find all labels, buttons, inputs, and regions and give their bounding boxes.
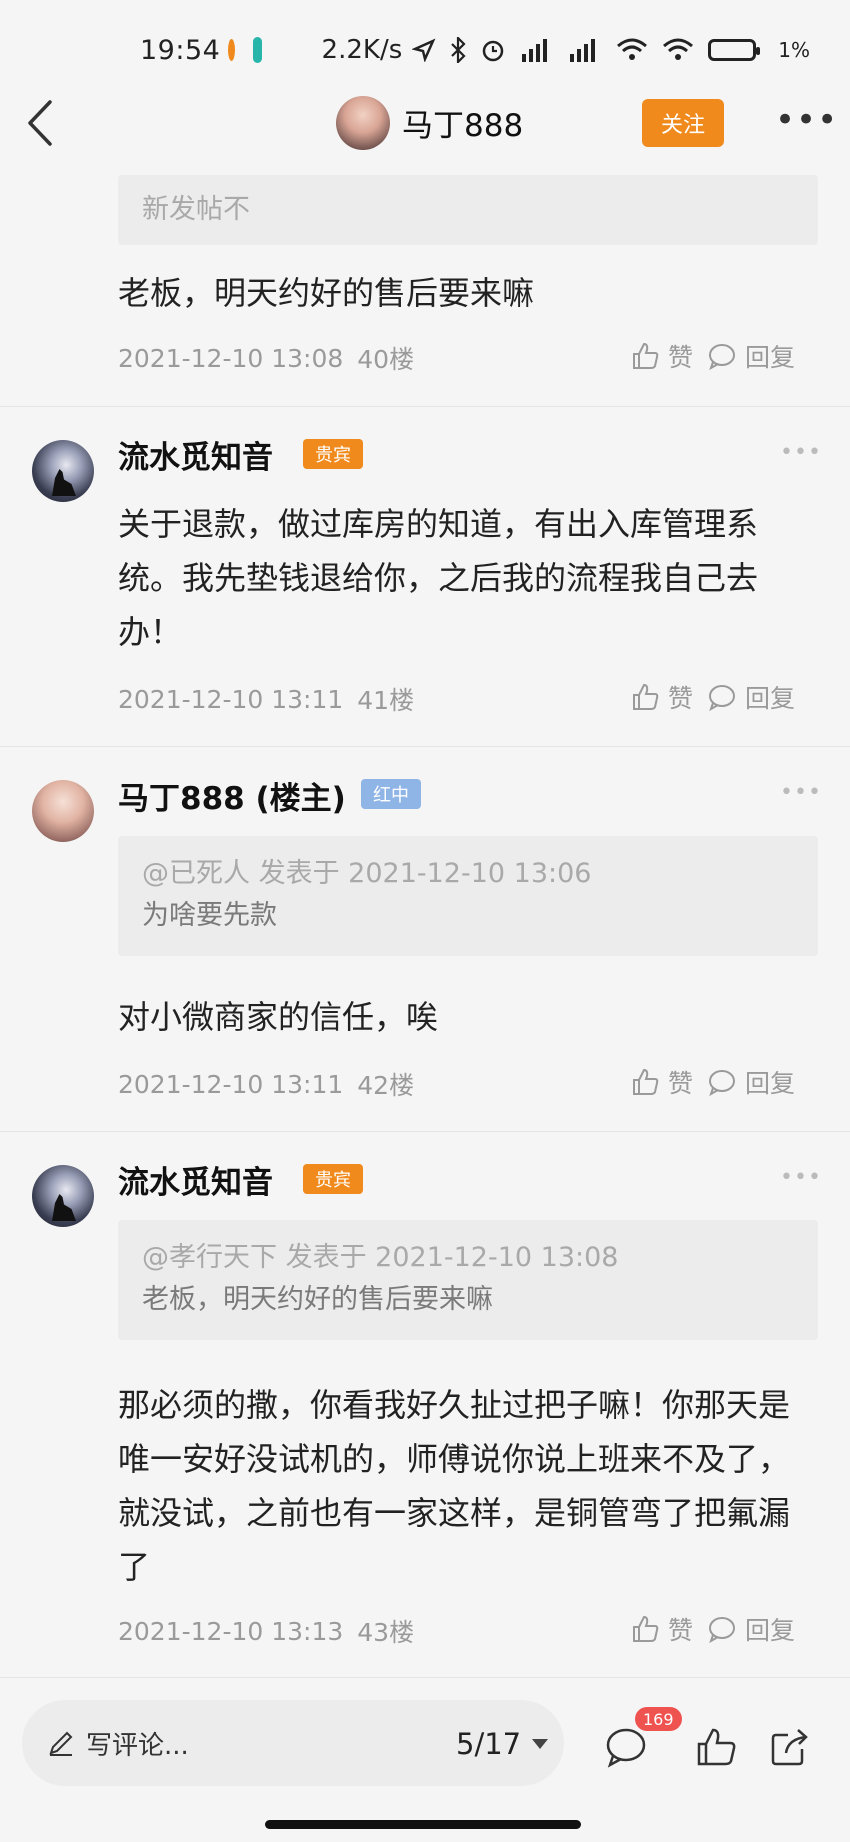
like-button[interactable]: 赞 <box>630 1064 693 1100</box>
reply-label: 回复 <box>745 684 796 713</box>
home-indicator[interactable] <box>265 1820 581 1829</box>
like-label: 赞 <box>668 1069 694 1098</box>
reply-button[interactable]: 回复 <box>707 1064 795 1100</box>
wifi-icon <box>617 38 648 60</box>
post-timestamp: 2021-12-10 13:11 <box>118 684 344 714</box>
quote-text: 为啥要先款 <box>142 900 277 931</box>
follow-button[interactable]: 关注 <box>642 99 724 147</box>
battery-icon <box>708 39 761 61</box>
thumbs-up-icon <box>633 683 659 710</box>
like-button[interactable]: 赞 <box>630 679 693 715</box>
status-time: 19:54 <box>140 34 221 66</box>
comment-count-badge: 169 <box>635 1707 682 1731</box>
quote-block[interactable]: @孝行天下 发表于 2021-12-10 13:08 老板，明天约好的售后要来嘛 <box>118 1220 818 1340</box>
user-avatar[interactable] <box>32 780 94 842</box>
like-label: 赞 <box>668 343 694 372</box>
post-content: 那必须的撒，你看我好久扯过把子嘛！你那天是唯一安好没试机的，师傅说你说上班来不及… <box>118 1386 791 1586</box>
more-options-icon[interactable]: ••• <box>775 103 838 137</box>
user-avatar[interactable] <box>32 1165 94 1227</box>
thumbs-up-icon <box>633 342 659 369</box>
post-content: 老板，明天约好的售后要来嘛 <box>118 274 535 312</box>
header-title[interactable]: 马丁888 <box>402 100 523 145</box>
signal-icon-2 <box>570 39 596 62</box>
post-timestamp: 2021-12-10 13:13 <box>118 1616 344 1646</box>
like-label: 赞 <box>668 1616 694 1645</box>
post-actions: 赞 回复 <box>630 1064 795 1100</box>
post-actions: 赞 回复 <box>630 338 795 374</box>
reply-button[interactable]: 回复 <box>707 338 795 374</box>
comment-icon <box>709 344 736 371</box>
net-speed: 2.2K/s <box>321 35 403 65</box>
divider <box>0 1677 850 1678</box>
post-timestamp: 2021-12-10 13:11 <box>118 1069 344 1099</box>
post-more-icon[interactable]: ••• <box>780 1165 822 1190</box>
status-bar: 19:54 2.2K/s 1% <box>0 0 850 100</box>
username[interactable]: 流水觅知音 <box>118 1157 273 1202</box>
reply-button[interactable]: 回复 <box>707 1611 795 1647</box>
divider <box>0 406 850 407</box>
app-notification-icon <box>228 39 236 61</box>
post-floor: 42楼 <box>357 1071 415 1100</box>
reply-label: 回复 <box>745 1616 796 1645</box>
like-label: 赞 <box>668 684 694 713</box>
post-timestamp: 2021-12-10 13:08 <box>118 343 344 373</box>
comment-icon <box>709 685 736 712</box>
quote-block: 新发帖不 <box>118 175 818 245</box>
username[interactable]: 流水觅知音 <box>118 432 273 477</box>
post-actions: 赞 回复 <box>630 679 795 715</box>
divider <box>0 1131 850 1132</box>
battery-percent: 1% <box>778 38 810 62</box>
like-button[interactable]: 赞 <box>630 1611 693 1647</box>
quote-meta: @已死人 发表于 2021-12-10 13:06 <box>142 858 592 889</box>
bottom-bar: 写评论... 5/17 169 <box>0 1680 850 1842</box>
user-badge: 贵宾 <box>303 1164 363 1194</box>
page-indicator[interactable]: 5/17 <box>456 1727 549 1761</box>
quote-block[interactable]: @已死人 发表于 2021-12-10 13:06 为啥要先款 <box>118 836 818 956</box>
comment-icon <box>709 1070 736 1097</box>
user-avatar[interactable] <box>32 440 94 502</box>
page-indicator-text: 5/17 <box>456 1727 522 1761</box>
user-badge: 贵宾 <box>303 439 363 469</box>
wifi-icon-2 <box>663 38 694 60</box>
like-button[interactable]: 赞 <box>630 338 693 374</box>
post-floor: 40楼 <box>357 345 415 374</box>
quote-meta: @孝行天下 发表于 2021-12-10 13:08 <box>142 1242 619 1273</box>
app-notification-icon-2 <box>253 37 262 63</box>
reply-label: 回复 <box>745 343 796 372</box>
comment-icon[interactable] <box>604 1725 648 1769</box>
thumbs-up-icon <box>633 1068 659 1095</box>
reply-label: 回复 <box>745 1069 796 1098</box>
thumbs-up-icon <box>633 1615 659 1642</box>
location-icon <box>412 38 436 62</box>
quote-text: 老板，明天约好的售后要来嘛 <box>142 1284 493 1315</box>
pencil-icon <box>49 1731 73 1756</box>
user-badge: 红中 <box>361 779 421 809</box>
bluetooth-icon <box>451 37 466 63</box>
caret-down-icon <box>532 1739 549 1749</box>
comment-placeholder: 写评论... <box>86 1730 189 1761</box>
reply-button[interactable]: 回复 <box>707 679 795 715</box>
back-icon[interactable] <box>18 96 62 150</box>
signal-icon <box>522 39 548 62</box>
post-floor: 43楼 <box>357 1618 415 1647</box>
post-content: 关于退款，做过库房的知道，有出入库管理系统。我先垫钱退给你，之后我的流程我自己去… <box>118 505 759 651</box>
post-more-icon[interactable]: ••• <box>780 780 822 805</box>
thumbs-up-icon[interactable] <box>694 1725 738 1769</box>
username[interactable]: 马丁888 (楼主) <box>118 773 346 818</box>
post-floor: 41楼 <box>357 686 415 715</box>
post-actions: 赞 回复 <box>630 1611 795 1647</box>
comment-icon <box>709 1617 736 1644</box>
post-content: 对小微商家的信任，唉 <box>118 998 439 1036</box>
post-more-icon[interactable]: ••• <box>780 440 822 465</box>
alarm-icon <box>483 40 504 62</box>
share-icon[interactable] <box>768 1725 812 1769</box>
divider <box>0 746 850 747</box>
header-avatar[interactable] <box>336 96 390 150</box>
